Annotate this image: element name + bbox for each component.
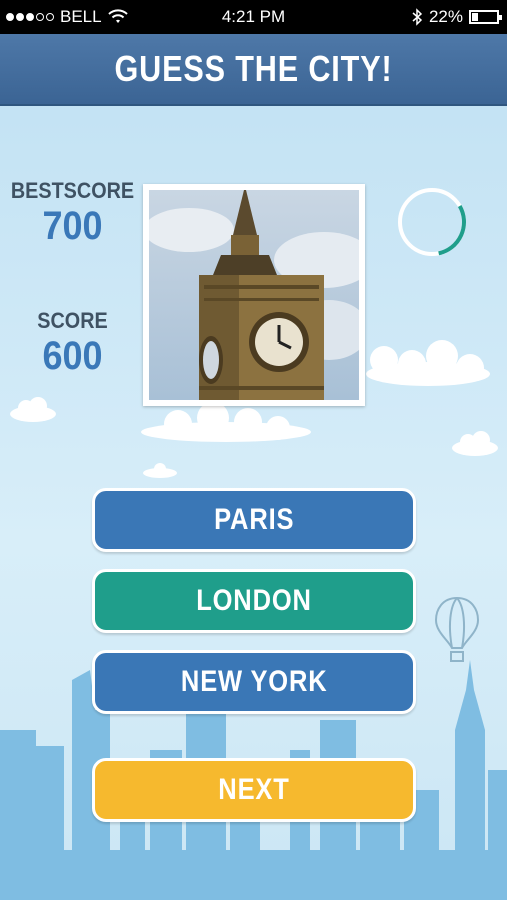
cloud-decoration — [452, 431, 498, 456]
cloud-decoration — [10, 397, 56, 422]
answer-label: NEW YORK — [180, 665, 328, 698]
best-score-label: BESTSCORE — [10, 178, 135, 203]
timer-ring-icon — [398, 188, 466, 256]
score-label: SCORE — [37, 308, 108, 333]
next-button[interactable]: NEXT — [92, 758, 416, 822]
cloud-decoration — [141, 402, 311, 442]
battery-icon — [469, 10, 502, 24]
cloud-decoration — [143, 463, 177, 478]
battery-percent: 22% — [428, 7, 463, 26]
clock-tower-image — [149, 190, 359, 400]
cloud-decoration — [366, 340, 490, 386]
status-bar: BELL 4:21 PM 22% — [0, 0, 507, 34]
hot-air-balloon-icon — [434, 596, 480, 662]
answer-button-paris[interactable]: PARIS — [92, 488, 416, 552]
bluetooth-icon — [412, 8, 423, 26]
title-bar: GUESS THE CITY! — [0, 34, 507, 106]
status-right: 22% — [411, 7, 502, 27]
best-score-block: BESTSCORE 700 — [0, 178, 145, 249]
score-value: 600 — [42, 334, 103, 378]
answer-button-new-york[interactable]: NEW YORK — [92, 650, 416, 714]
answer-button-london[interactable]: LONDON — [92, 569, 416, 633]
answer-label: LONDON — [196, 584, 312, 617]
page-title: GUESS THE CITY! — [114, 48, 393, 89]
answer-label: PARIS — [213, 503, 295, 536]
next-label: NEXT — [218, 773, 290, 806]
score-block: SCORE 600 — [0, 308, 145, 379]
best-score-value: 700 — [42, 204, 103, 248]
city-photo — [143, 184, 365, 406]
